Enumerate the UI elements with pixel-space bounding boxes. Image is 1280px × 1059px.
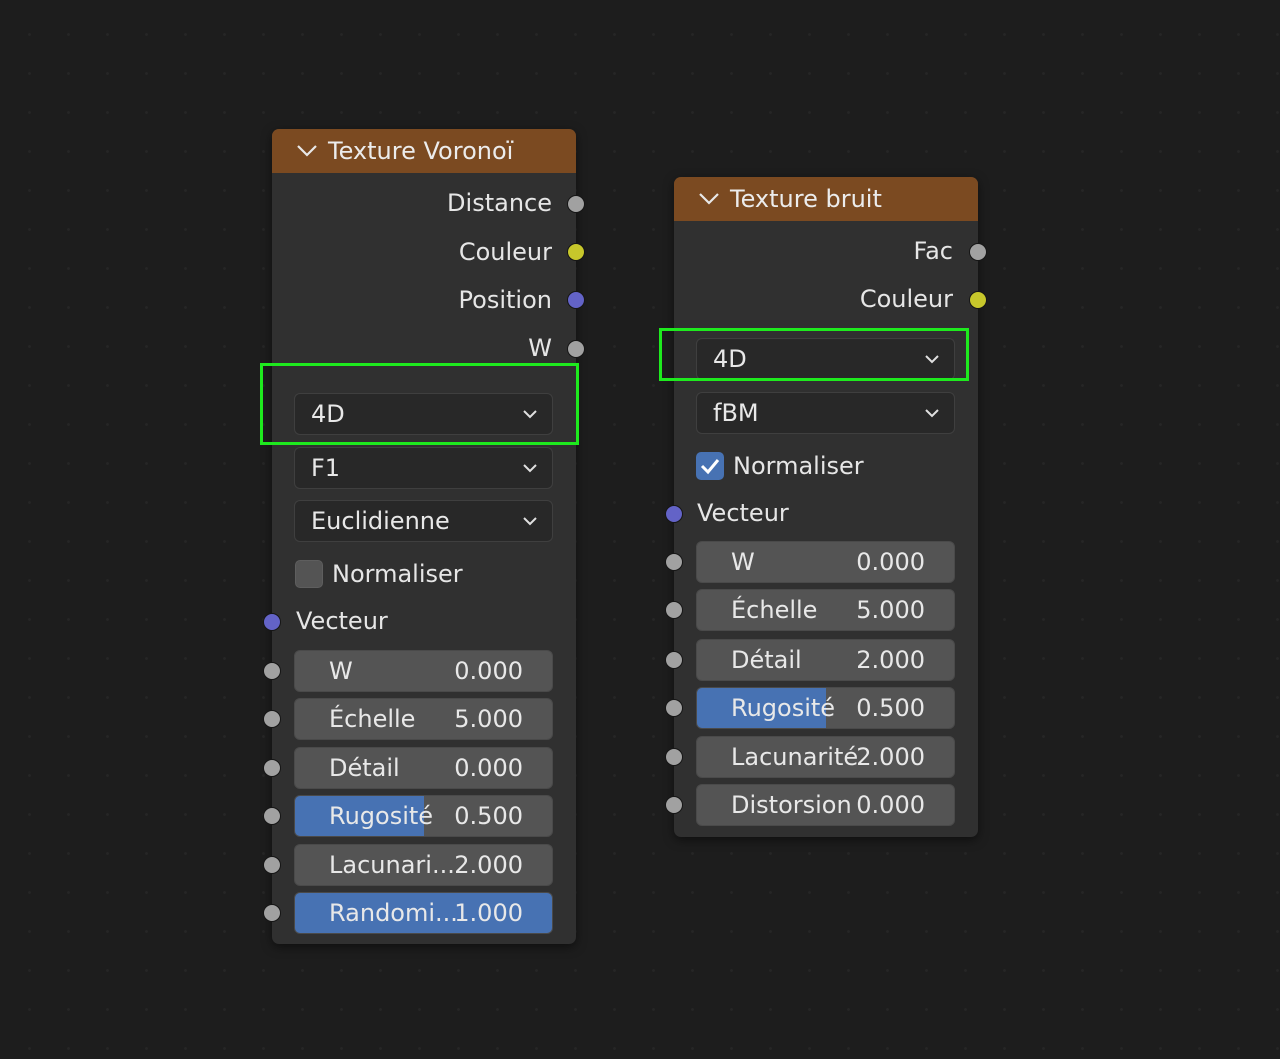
field-value: 0.000: [454, 657, 523, 685]
field-label: Détail: [329, 754, 400, 782]
normalize-checkbox[interactable]: [696, 452, 724, 480]
vector-label: Vecteur: [296, 607, 388, 635]
normalize-checkbox[interactable]: [295, 560, 323, 588]
noise-type-dropdown[interactable]: fBM: [696, 392, 955, 434]
field-label: Distorsion: [731, 791, 852, 819]
field-value: 0.500: [856, 694, 925, 722]
field-label: Lacunarité: [731, 743, 859, 771]
field-value: 5.000: [454, 705, 523, 733]
chevron-down-icon: [523, 464, 537, 473]
field-label: Détail: [731, 646, 802, 674]
value-field[interactable]: Échelle 5.000: [696, 589, 955, 631]
chevron-down-icon: [925, 409, 939, 418]
value-field[interactable]: Détail 2.000: [696, 639, 955, 681]
vector-label: Vecteur: [697, 499, 789, 527]
output-label-couleur: Couleur: [458, 238, 552, 266]
input-socket[interactable]: [263, 904, 281, 922]
field-value: 0.000: [856, 548, 925, 576]
input-socket[interactable]: [263, 662, 281, 680]
field-label: Rugosité: [329, 802, 434, 830]
output-socket-distance[interactable]: [567, 195, 585, 213]
input-socket[interactable]: [263, 807, 281, 825]
output-socket-couleur[interactable]: [969, 291, 987, 309]
value-field[interactable]: Rugosité 0.500: [294, 795, 553, 837]
collapse-chevron-icon[interactable]: [698, 192, 720, 206]
input-socket[interactable]: [665, 699, 683, 717]
dropdown-value: F1: [311, 454, 341, 482]
value-field[interactable]: Détail 0.000: [294, 747, 553, 789]
field-label: Échelle: [731, 596, 818, 624]
field-label: Lacunari...: [329, 851, 455, 879]
field-label: W: [329, 657, 353, 685]
chevron-down-icon: [523, 517, 537, 526]
field-value: 0.500: [454, 802, 523, 830]
noise-node-header[interactable]: Texture bruit: [674, 177, 978, 221]
dropdown-value: fBM: [713, 399, 759, 427]
node-title: Texture bruit: [730, 185, 882, 213]
collapse-chevron-icon[interactable]: [296, 144, 318, 158]
output-label-w: W: [528, 334, 552, 362]
dropdown-value: Euclidienne: [311, 507, 450, 535]
input-socket[interactable]: [665, 553, 683, 571]
metric-dropdown[interactable]: Euclidienne: [294, 500, 553, 542]
input-socket[interactable]: [263, 710, 281, 728]
field-label: Échelle: [329, 705, 416, 733]
input-socket[interactable]: [263, 759, 281, 777]
highlight-box-voronoi-dimensions: [260, 363, 579, 445]
output-label-fac: Fac: [913, 237, 953, 265]
field-label: Rugosité: [731, 694, 836, 722]
field-label: Randomi...: [329, 899, 458, 927]
normalize-label: Normaliser: [332, 560, 463, 588]
input-socket[interactable]: [263, 856, 281, 874]
field-value: 2.000: [856, 743, 925, 771]
value-field[interactable]: Lacunari... 2.000: [294, 844, 553, 886]
output-socket-fac[interactable]: [969, 243, 987, 261]
feature-dropdown[interactable]: F1: [294, 447, 553, 489]
output-socket-w[interactable]: [567, 340, 585, 358]
voronoi-node-header[interactable]: Texture Voronoï: [272, 129, 576, 173]
field-value: 2.000: [454, 851, 523, 879]
value-field[interactable]: Lacunarité 2.000: [696, 736, 955, 778]
node-title: Texture Voronoï: [328, 137, 514, 165]
input-socket-vecteur[interactable]: [665, 505, 683, 523]
field-value: 2.000: [856, 646, 925, 674]
input-socket[interactable]: [665, 651, 683, 669]
highlight-box-noise-dimensions: [659, 328, 969, 381]
output-socket-couleur[interactable]: [567, 243, 585, 261]
input-socket[interactable]: [665, 601, 683, 619]
output-label-position: Position: [458, 286, 552, 314]
value-field[interactable]: Randomi... 1.000: [294, 892, 553, 934]
field-label: W: [731, 548, 755, 576]
field-value: 5.000: [856, 596, 925, 624]
value-field[interactable]: W 0.000: [294, 650, 553, 692]
field-value: 0.000: [856, 791, 925, 819]
field-value: 1.000: [454, 899, 523, 927]
value-field[interactable]: W 0.000: [696, 541, 955, 583]
output-label-distance: Distance: [447, 189, 552, 217]
input-socket-vecteur[interactable]: [263, 613, 281, 631]
field-value: 0.000: [454, 754, 523, 782]
input-socket[interactable]: [665, 796, 683, 814]
value-field[interactable]: Distorsion 0.000: [696, 784, 955, 826]
normalize-label: Normaliser: [733, 452, 864, 480]
value-field[interactable]: Rugosité 0.500: [696, 687, 955, 729]
output-socket-position[interactable]: [567, 291, 585, 309]
output-label-couleur: Couleur: [859, 285, 953, 313]
input-socket[interactable]: [665, 748, 683, 766]
checkmark-icon: [700, 459, 720, 475]
value-field[interactable]: Échelle 5.000: [294, 698, 553, 740]
